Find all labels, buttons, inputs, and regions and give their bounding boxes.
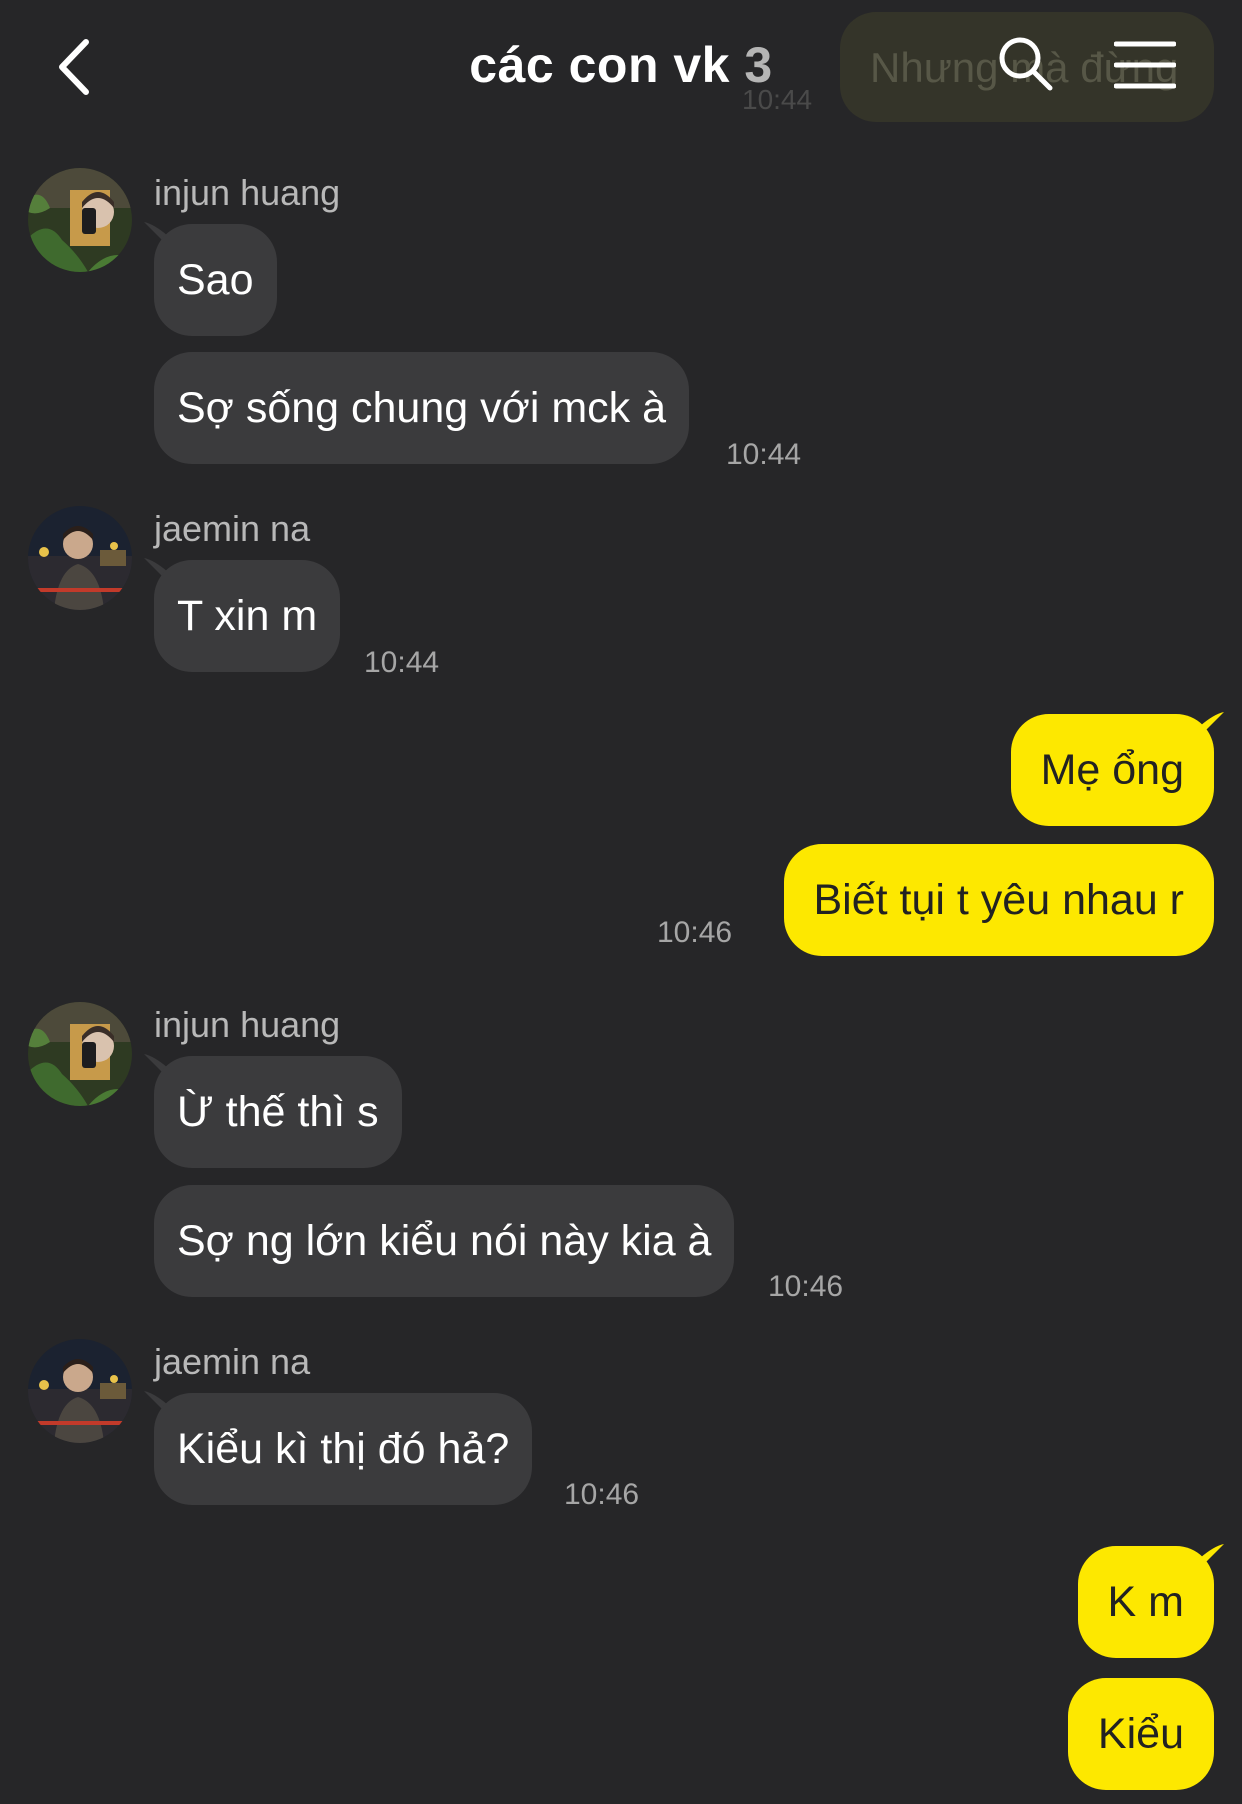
- message-time: 10:44: [364, 646, 440, 679]
- message-time: 10:46: [768, 1270, 844, 1303]
- message-bubble-outgoing[interactable]: K m: [1077, 1546, 1214, 1658]
- search-icon: [999, 37, 1053, 91]
- menu-button[interactable]: [1113, 40, 1177, 90]
- message-bubble-outgoing[interactable]: Mẹ ổng: [1010, 714, 1214, 826]
- chat-header: Nhưng mà đừng 10:44 các con vk 3: [0, 0, 1242, 140]
- avatar-image: [28, 1339, 132, 1443]
- avatar-injun-huang[interactable]: [28, 1002, 132, 1106]
- sender-name: injun huang: [154, 1004, 341, 1045]
- message-time: 10:44: [726, 438, 802, 471]
- message-bubble[interactable]: Sao: [154, 224, 277, 336]
- menu-icon: [1113, 41, 1177, 89]
- search-button[interactable]: [996, 34, 1056, 94]
- message-bubble-outgoing[interactable]: Kiểu: [1067, 1678, 1214, 1790]
- member-count: 3: [744, 37, 773, 93]
- sender-name: jaemin na: [154, 1341, 311, 1382]
- avatar-jaemin-na[interactable]: [28, 1339, 132, 1443]
- avatar-image: [28, 1002, 132, 1106]
- message-time: 10:46: [657, 916, 733, 949]
- message-bubble[interactable]: T xin m: [154, 560, 341, 672]
- message-bubble[interactable]: Kiểu kì thị đó hả?: [154, 1393, 533, 1505]
- message-bubble[interactable]: Sợ ng lớn kiểu nói này kia à: [154, 1185, 735, 1297]
- avatar-image: [28, 168, 132, 272]
- message-bubble-outgoing[interactable]: Biết tụi t yêu nhau r: [783, 844, 1214, 956]
- avatar-image: [28, 506, 132, 610]
- sender-name: jaemin na: [154, 508, 311, 549]
- avatar-injun-huang[interactable]: [28, 168, 132, 272]
- message-bubble[interactable]: Ừ thế thì s: [154, 1056, 402, 1168]
- message-time: 10:46: [564, 1478, 640, 1511]
- chat-title-text: các con vk: [469, 37, 730, 93]
- message-bubble[interactable]: Sợ sống chung với mck à: [154, 352, 689, 464]
- sender-name: injun huang: [154, 172, 341, 213]
- avatar-jaemin-na[interactable]: [28, 506, 132, 610]
